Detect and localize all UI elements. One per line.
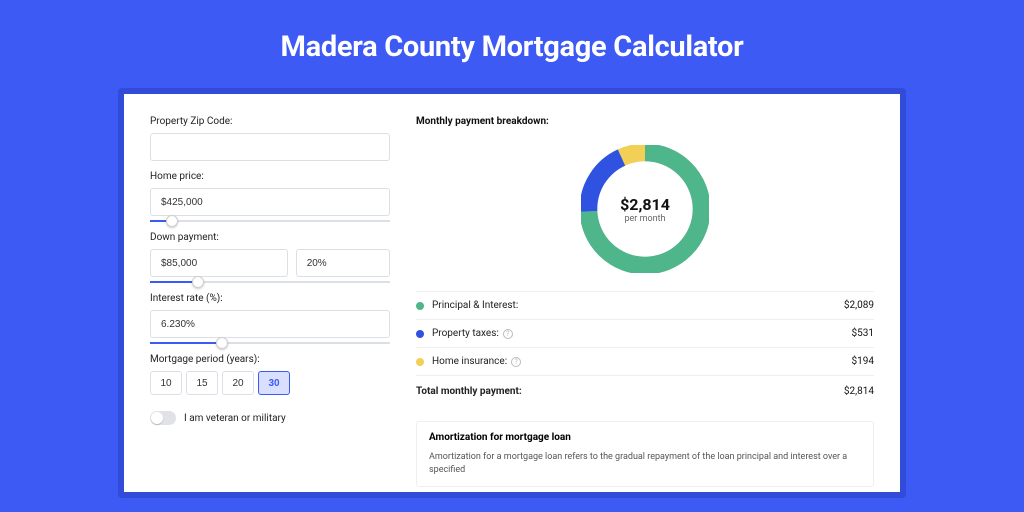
breakdown-column: Monthly payment breakdown: $2,814 per mo… (416, 116, 874, 492)
donut-sub: per month (624, 214, 665, 224)
donut-chart: $2,814 per month (416, 137, 874, 291)
down-slider-fill (150, 281, 198, 283)
amortization-title: Amortization for mortgage loan (429, 432, 861, 443)
donut-center: $2,814 per month (601, 165, 689, 253)
rate-slider-fill (150, 342, 222, 344)
veteran-toggle-knob (151, 412, 163, 424)
period-button-10[interactable]: 10 (150, 371, 182, 395)
donut-amount: $2,814 (620, 195, 670, 214)
form-column: Property Zip Code: Home price: Down paym… (150, 116, 390, 492)
period-button-15[interactable]: 15 (186, 371, 218, 395)
price-label: Home price: (150, 171, 390, 182)
rate-slider-thumb[interactable] (216, 337, 228, 349)
veteran-label: I am veteran or military (184, 413, 286, 424)
amortization-text: Amortization for a mortgage loan refers … (429, 451, 861, 476)
period-label: Mortgage period (years): (150, 354, 390, 365)
dot-principal (416, 302, 424, 310)
line-insurance-label: Home insurance: (432, 356, 507, 367)
period-button-30[interactable]: 30 (258, 371, 290, 395)
amortization-box: Amortization for mortgage loan Amortizat… (416, 421, 874, 487)
rate-slider[interactable] (150, 342, 390, 344)
down-slider-thumb[interactable] (192, 276, 204, 288)
line-tax-value: $531 (852, 328, 874, 339)
line-insurance-value: $194 (852, 356, 874, 367)
line-tax-label: Property taxes: (432, 328, 499, 339)
info-icon[interactable]: ? (511, 357, 521, 367)
line-insurance: Home insurance: ? $194 (416, 347, 874, 375)
down-amount-input[interactable] (150, 249, 288, 277)
down-percent-input[interactable] (296, 249, 390, 277)
veteran-toggle[interactable] (150, 411, 176, 425)
line-tax: Property taxes: ? $531 (416, 319, 874, 347)
rate-input[interactable] (150, 310, 390, 338)
down-label: Down payment: (150, 232, 390, 243)
line-principal-label: Principal & Interest: (432, 300, 844, 311)
info-icon[interactable]: ? (503, 329, 513, 339)
line-total-value: $2,814 (844, 386, 874, 397)
page-title: Madera County Mortgage Calculator (0, 0, 1024, 88)
zip-input[interactable] (150, 133, 390, 161)
price-slider-thumb[interactable] (166, 215, 178, 227)
calculator-card: Property Zip Code: Home price: Down paym… (118, 88, 906, 498)
line-total-label: Total monthly payment: (416, 386, 844, 397)
period-button-20[interactable]: 20 (222, 371, 254, 395)
line-principal: Principal & Interest: $2,089 (416, 291, 874, 319)
line-principal-value: $2,089 (844, 300, 874, 311)
price-slider[interactable] (150, 220, 390, 222)
zip-label: Property Zip Code: (150, 116, 390, 127)
price-input[interactable] (150, 188, 390, 216)
dot-insurance (416, 358, 424, 366)
breakdown-title: Monthly payment breakdown: (416, 116, 874, 127)
period-button-group: 10 15 20 30 (150, 371, 390, 395)
line-total: Total monthly payment: $2,814 (416, 375, 874, 407)
dot-tax (416, 330, 424, 338)
rate-label: Interest rate (%): (150, 293, 390, 304)
down-slider[interactable] (150, 281, 390, 283)
